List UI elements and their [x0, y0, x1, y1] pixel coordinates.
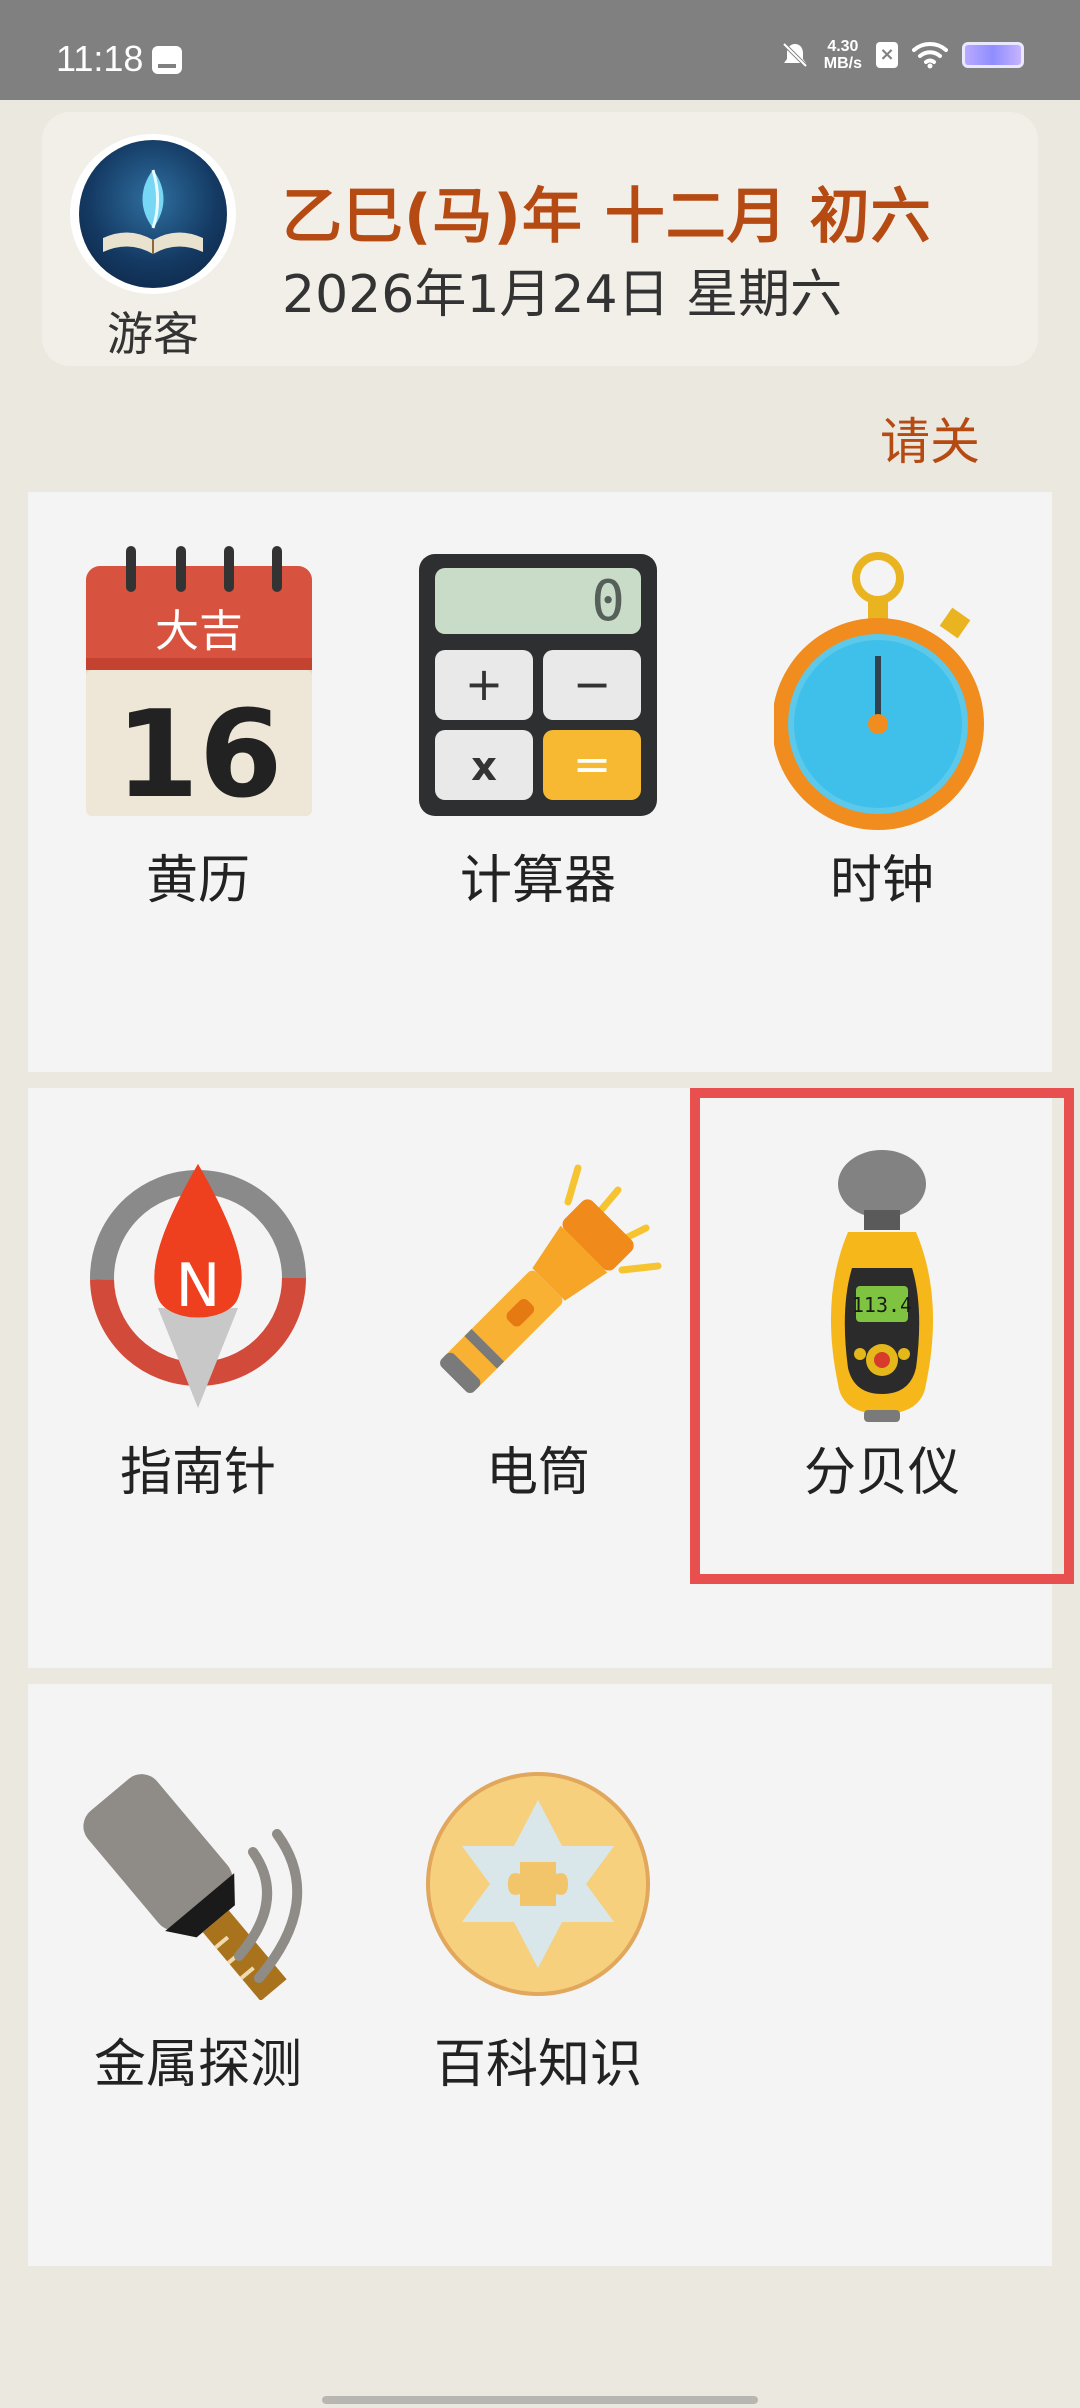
home-indicator[interactable] — [322, 2396, 758, 2404]
sim-icon: × — [876, 42, 898, 68]
tool-label: 电筒 — [485, 1443, 590, 1503]
tool-label: 金属探测 — [93, 2035, 302, 2095]
stopwatch-icon — [774, 552, 984, 830]
tool-metal-detector[interactable]: 金属探测 — [28, 1684, 368, 2095]
lunar-date: 乙巳(马)年 十二月 初六 — [282, 182, 932, 252]
svg-text:−: − — [573, 657, 612, 711]
net-speed-unit: MB/s — [823, 55, 862, 72]
solar-date: 2026年1月24日 星期六 — [282, 265, 843, 325]
calculator-icon: 0 + − x = — [419, 554, 657, 816]
tool-almanac[interactable]: 大吉 16 黄历 — [28, 492, 368, 911]
tool-label: 时钟 — [829, 851, 934, 911]
tool-label: 黄历 — [145, 851, 250, 911]
encyclopedia-icon — [426, 1772, 650, 1996]
net-speed-value: 4.30 — [827, 38, 859, 55]
wifi-icon — [912, 42, 948, 69]
date-header-card[interactable]: 游客 乙巳(马)年 十二月 初六 2026年1月24日 星期六 — [42, 112, 1038, 366]
compass-icon: N — [90, 1164, 306, 1408]
tool-label: 指南针 — [119, 1443, 276, 1503]
tool-label: 计算器 — [459, 851, 616, 911]
calendar-icon-day: 16 — [116, 686, 283, 825]
svg-text:x: x — [471, 744, 497, 790]
tools-panel-1: 大吉 16 黄历 0 + − x = 计算器 时钟 — [28, 492, 1052, 1072]
calendar-icon: 大吉 16 — [86, 546, 312, 825]
net-speed: 4.30 MB/s — [824, 38, 862, 72]
battery-icon — [962, 42, 1024, 68]
scrolling-notice[interactable]: 请关 — [880, 402, 996, 472]
avatar[interactable] — [70, 134, 236, 294]
tool-compass[interactable]: N 指南针 — [28, 1088, 368, 1503]
tools-panel-3: 金属探测 百科知识 — [28, 1684, 1052, 2266]
message-icon — [152, 46, 182, 74]
svg-text:+: + — [465, 657, 504, 711]
calendar-icon-top-text: 大吉 — [155, 606, 243, 657]
mute-icon — [782, 42, 808, 68]
tool-label: 百科知识 — [433, 2035, 642, 2095]
status-icons: 4.30 MB/s × — [780, 38, 1024, 72]
tool-flashlight[interactable]: 电筒 — [368, 1088, 708, 1503]
metal-detector-icon — [83, 1774, 303, 2000]
app-logo-icon — [79, 140, 227, 288]
status-bar: 11:18 4.30 MB/s × — [0, 0, 1080, 100]
calculator-display: 0 — [591, 569, 625, 634]
flashlight-icon — [440, 1164, 662, 1393]
svg-text:N: N — [176, 1251, 221, 1321]
user-name: 游客 — [107, 307, 199, 361]
svg-text:=: = — [573, 737, 612, 791]
tool-clock[interactable]: 时钟 — [712, 492, 1052, 911]
highlight-box — [690, 1088, 1074, 1584]
tool-calculator[interactable]: 0 + − x = 计算器 — [368, 492, 708, 911]
status-time: 11:18 — [56, 38, 144, 79]
tool-encyclopedia[interactable]: 百科知识 — [368, 1684, 708, 2095]
